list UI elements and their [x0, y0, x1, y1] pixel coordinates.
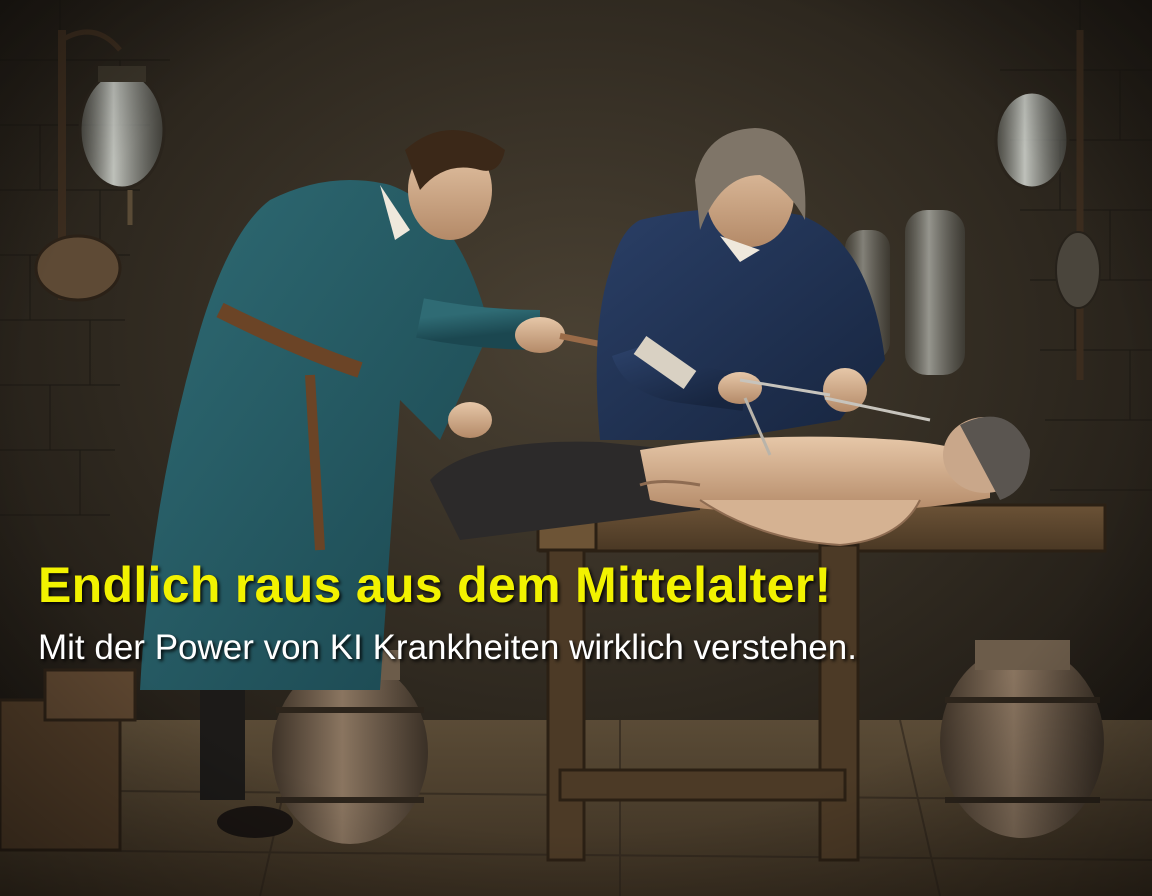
poster-scene: Endlich raus aus dem Mittelalter! Mit de…: [0, 0, 1152, 896]
subline-caption: Mit der Power von KI Krankheiten wirklic…: [38, 628, 857, 667]
headline-caption: Endlich raus aus dem Mittelalter!: [38, 557, 832, 613]
painting-illustration: [0, 0, 1152, 896]
